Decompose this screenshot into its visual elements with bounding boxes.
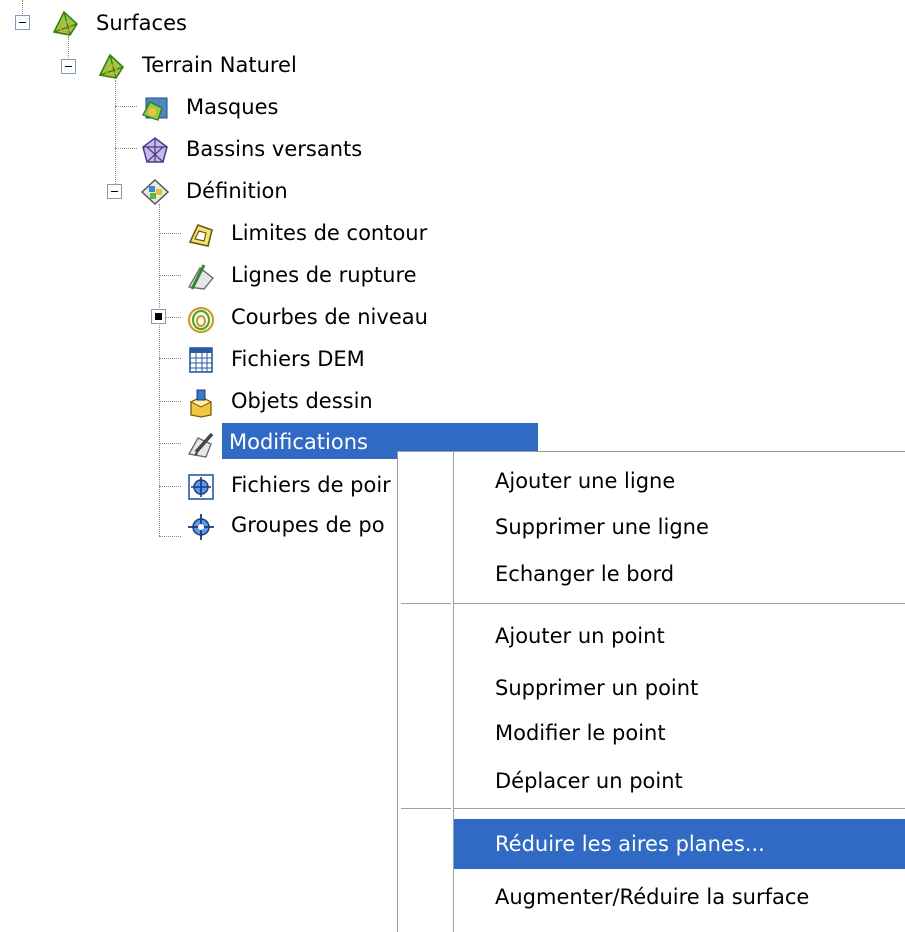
- tree-line: [159, 401, 181, 402]
- tree-line: [115, 148, 137, 149]
- contour-icon: [186, 304, 216, 334]
- surface-icon: [96, 51, 126, 81]
- tree-line: [115, 106, 137, 107]
- definition-icon: [140, 177, 170, 207]
- node-dot: [155, 313, 162, 320]
- tree-item-terrain-naturel[interactable]: Terrain Naturel: [142, 48, 297, 82]
- tree-item-definition[interactable]: Définition: [186, 174, 288, 208]
- tree-line: [159, 358, 181, 359]
- tree-item-lignes-rupture[interactable]: Lignes de rupture: [231, 258, 417, 292]
- tree-line: [159, 486, 181, 487]
- menu-item-ajouter-ligne[interactable]: Ajouter une ligne: [454, 460, 905, 502]
- menu-item-label: Supprimer un point: [495, 676, 699, 700]
- boundary-icon: [186, 220, 216, 250]
- menu-item-supprimer-ligne[interactable]: Supprimer une ligne: [454, 506, 905, 548]
- tree-line: [159, 233, 181, 234]
- menu-item-ajouter-point[interactable]: Ajouter un point: [454, 615, 905, 657]
- tree-line: [166, 317, 181, 318]
- tree-line: [159, 536, 181, 537]
- menu-separator: [401, 808, 451, 809]
- breakline-icon: [186, 262, 216, 292]
- menu-separator: [401, 603, 451, 604]
- tree-item-limites-contour[interactable]: Limites de contour: [231, 216, 427, 250]
- courbes-node-toggle[interactable]: [151, 309, 166, 324]
- drawing-objects-icon: [186, 388, 216, 418]
- context-menu: Ajouter une ligne Supprimer une ligne Ec…: [397, 451, 905, 932]
- tree-item-courbes-niveau[interactable]: Courbes de niveau: [231, 300, 428, 334]
- menu-item-label: Augmenter/Réduire la surface: [495, 885, 810, 909]
- tree-item-fichiers-dem[interactable]: Fichiers DEM: [231, 342, 365, 376]
- tree-line: [115, 80, 116, 192]
- tree-item-masques[interactable]: Masques: [186, 90, 278, 124]
- menu-item-label: Déplacer un point: [495, 769, 683, 793]
- tree-line: [159, 443, 181, 444]
- menu-item-label: Réduire les aires planes...: [495, 832, 765, 856]
- tree-item-bassins-versants[interactable]: Bassins versants: [186, 132, 362, 166]
- collapse-toggle-terrain[interactable]: [61, 59, 76, 74]
- menu-item-deplacer-point[interactable]: Déplacer un point: [454, 760, 905, 802]
- tree-line: [159, 275, 181, 276]
- tree-item-modifications[interactable]: Modifications: [229, 425, 368, 459]
- watershed-icon: [140, 135, 170, 165]
- point-group-icon: [186, 512, 216, 542]
- tree-item-objets-dessin[interactable]: Objets dessin: [231, 384, 373, 418]
- menu-item-label: Ajouter un point: [495, 624, 665, 648]
- menu-icon-gutter: [398, 452, 454, 932]
- tree-item-groupes-points[interactable]: Groupes de po: [231, 508, 385, 542]
- menu-item-supprimer-point[interactable]: Supprimer un point: [454, 667, 905, 709]
- menu-item-modifier-point[interactable]: Modifier le point: [454, 712, 905, 754]
- menu-item-echanger-bord[interactable]: Echanger le bord: [454, 553, 905, 595]
- collapse-toggle-surfaces[interactable]: [15, 15, 30, 30]
- menu-item-label: Ajouter une ligne: [495, 469, 676, 493]
- dem-grid-icon: [186, 345, 216, 375]
- menu-item-augmenter-reduire-surface[interactable]: Augmenter/Réduire la surface: [454, 876, 905, 918]
- tree-item-fichiers-points[interactable]: Fichiers de poir: [231, 468, 391, 502]
- menu-item-reduire-aires-planes[interactable]: Réduire les aires planes...: [454, 819, 905, 869]
- mask-icon: [140, 93, 170, 123]
- menu-item-label: Supprimer une ligne: [495, 515, 709, 539]
- collapse-toggle-definition[interactable]: [107, 184, 122, 199]
- menu-item-label: Echanger le bord: [495, 562, 675, 586]
- point-file-icon: [186, 472, 216, 502]
- menu-separator: [454, 808, 905, 810]
- tree-item-surfaces[interactable]: Surfaces: [96, 6, 187, 40]
- edits-icon: [186, 430, 216, 460]
- menu-separator: [454, 603, 905, 605]
- surface-icon: [50, 8, 80, 38]
- menu-item-label: Modifier le point: [495, 721, 666, 745]
